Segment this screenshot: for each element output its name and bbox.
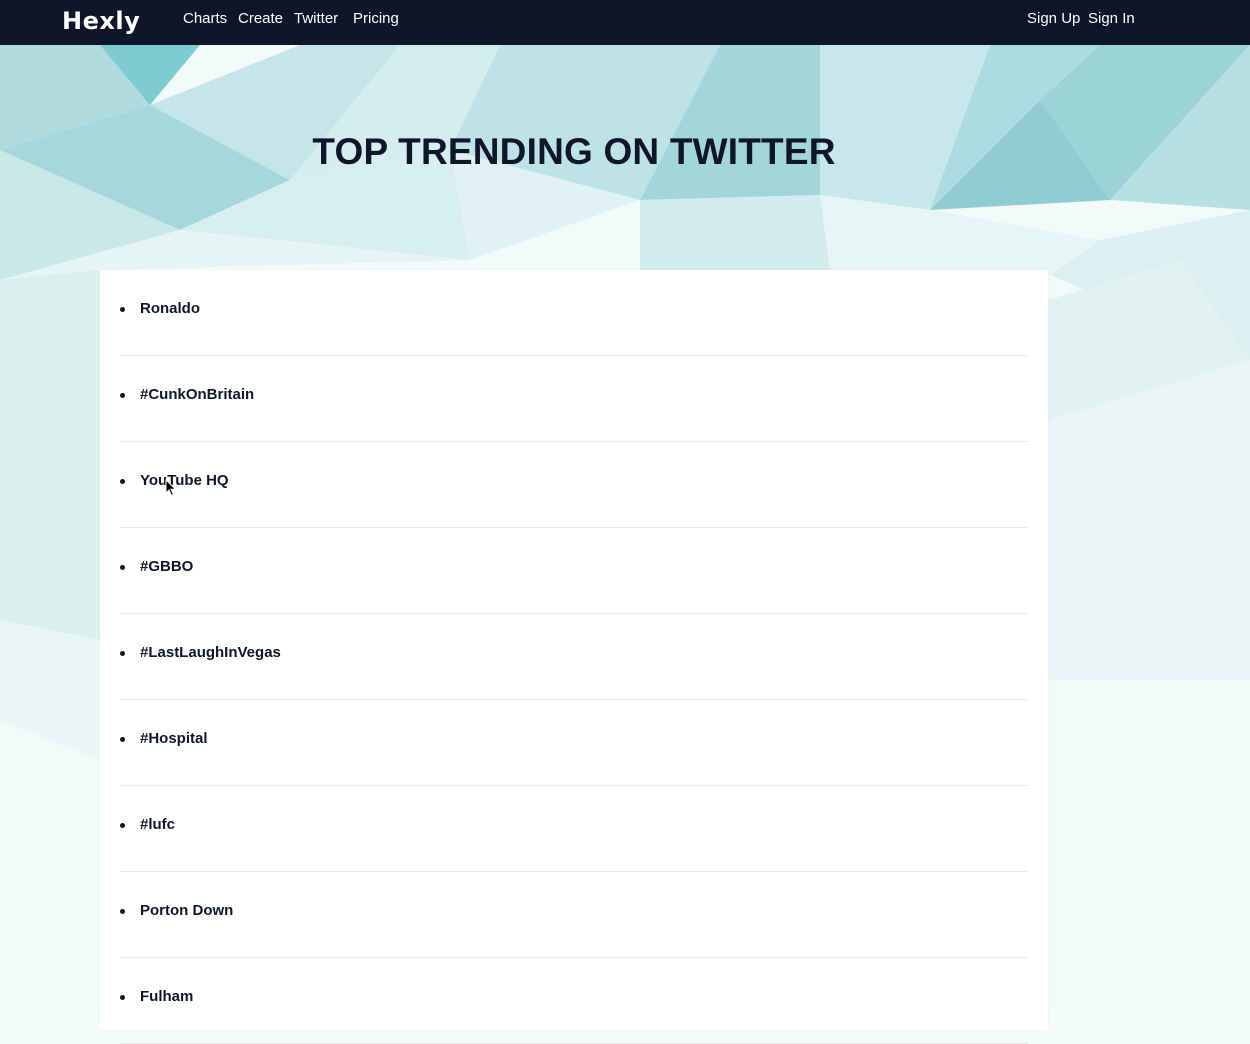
trend-link[interactable]: YouTube HQ: [140, 472, 229, 489]
list-item: Porton Down: [120, 872, 1028, 958]
trend-link[interactable]: Ronaldo: [140, 300, 200, 317]
list-item: Fulham: [120, 958, 1028, 1044]
list-item: #Hospital: [120, 700, 1028, 786]
page-title: TOP TRENDING ON TWITTER: [312, 130, 836, 172]
sign-in-link[interactable]: Sign In: [1088, 10, 1135, 27]
bullet-icon: [120, 393, 125, 398]
mouse-pointer-icon: [165, 479, 177, 497]
bullet-icon: [120, 479, 125, 484]
nav-link-twitter[interactable]: Twitter: [294, 10, 338, 27]
bullet-icon: [120, 995, 125, 1000]
nav-link-pricing[interactable]: Pricing: [353, 10, 399, 27]
bullet-icon: [120, 307, 125, 312]
bullet-icon: [120, 909, 125, 914]
hexly-logo[interactable]: Hexly: [62, 7, 140, 35]
bullet-icon: [120, 565, 125, 570]
nav-link-create[interactable]: Create: [238, 10, 283, 27]
list-item: #lufc: [120, 786, 1028, 872]
trending-list: Ronaldo #CunkOnBritain YouTube HQ #GBBO …: [100, 270, 1048, 1044]
list-item: #GBBO: [120, 528, 1028, 614]
bullet-icon: [120, 823, 125, 828]
trend-link[interactable]: Porton Down: [140, 902, 233, 919]
trend-link[interactable]: #LastLaughInVegas: [140, 644, 281, 661]
bullet-icon: [120, 651, 125, 656]
list-item: Ronaldo: [120, 270, 1028, 356]
trending-card: Ronaldo #CunkOnBritain YouTube HQ #GBBO …: [100, 270, 1048, 1044]
list-item: #LastLaughInVegas: [120, 614, 1028, 700]
nav-link-charts[interactable]: Charts: [183, 10, 227, 27]
trend-link[interactable]: #GBBO: [140, 558, 193, 575]
list-item: YouTube HQ: [120, 442, 1028, 528]
top-navbar: Hexly Charts Create Twitter Pricing Sign…: [0, 0, 1250, 45]
trend-link[interactable]: Fulham: [140, 988, 193, 1005]
sign-up-link[interactable]: Sign Up: [1027, 10, 1080, 27]
list-item: #CunkOnBritain: [120, 356, 1028, 442]
trend-link[interactable]: #Hospital: [140, 730, 208, 747]
trend-link[interactable]: #lufc: [140, 816, 175, 833]
bullet-icon: [120, 737, 125, 742]
trend-link[interactable]: #CunkOnBritain: [140, 386, 254, 403]
